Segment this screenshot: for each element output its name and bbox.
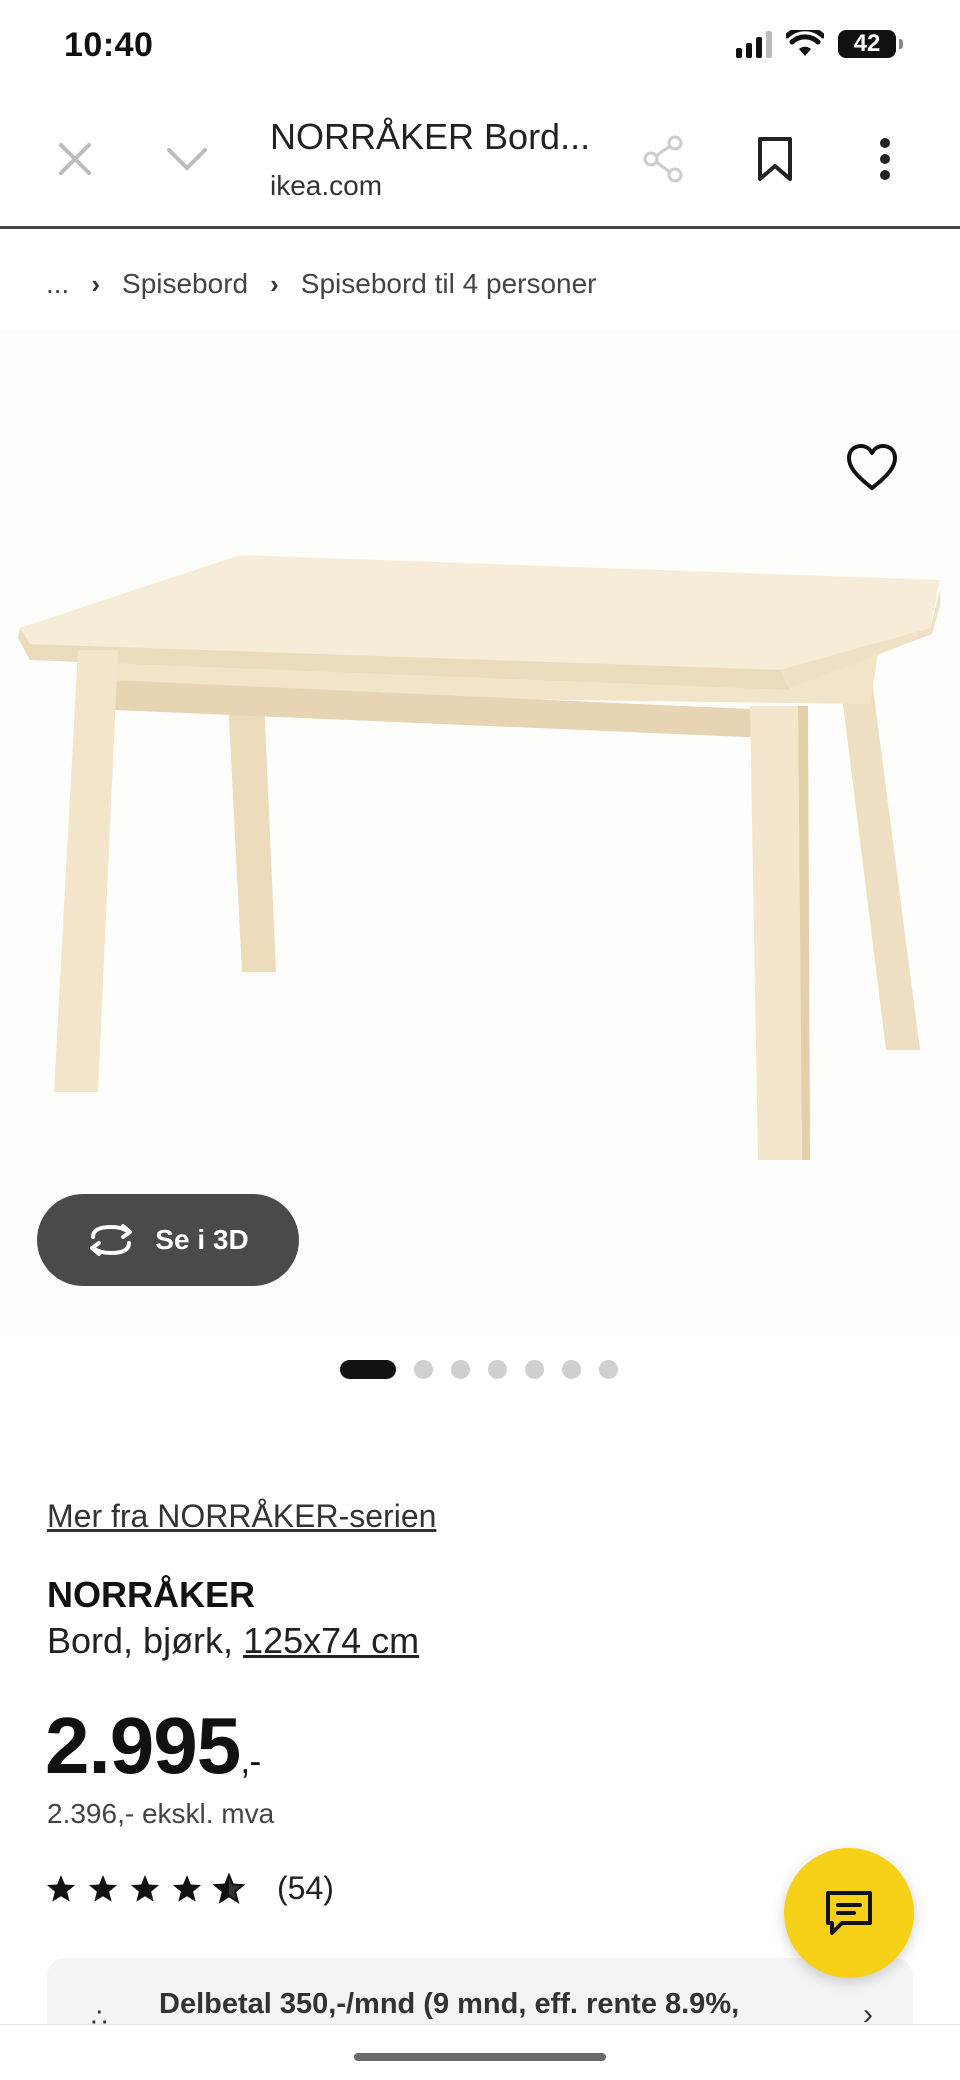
- carousel-dot[interactable]: [340, 1360, 396, 1379]
- home-indicator[interactable]: [354, 2053, 606, 2061]
- share-icon[interactable]: [628, 124, 698, 194]
- price-excl-vat: 2.396,- ekskl. mva: [47, 1798, 275, 1829]
- product-description-text: Bord, bjørk,: [47, 1620, 244, 1661]
- product-name: NORRÅKER: [47, 1574, 256, 1615]
- star-icon: [173, 1874, 201, 1902]
- page-title[interactable]: NORRÅKER Bord...: [270, 116, 610, 158]
- heart-icon[interactable]: [844, 440, 900, 496]
- breadcrumb-item-tables-for-4[interactable]: Spisebord til 4 personer: [301, 268, 597, 300]
- status-bar: 10:40 42: [0, 0, 960, 90]
- carousel-dot[interactable]: [451, 1360, 470, 1379]
- price-main: 2.995: [45, 1701, 241, 1790]
- breadcrumb-item-dining-tables[interactable]: Spisebord: [122, 268, 248, 300]
- rating[interactable]: (54): [45, 1870, 334, 1907]
- product-image-table: [18, 555, 940, 1160]
- status-time: 10:40: [64, 26, 154, 64]
- page-url[interactable]: ikea.com: [270, 170, 382, 202]
- view-in-3d-label: Se i 3D: [155, 1224, 249, 1255]
- rating-stars: [45, 1872, 245, 1905]
- carousel-dot[interactable]: [414, 1360, 433, 1379]
- chat-icon: [826, 1891, 872, 1935]
- series-link[interactable]: Mer fra NORRÅKER-serien: [47, 1498, 436, 1535]
- chevron-down-icon[interactable]: [152, 124, 222, 194]
- carousel-indicator: [340, 1360, 618, 1379]
- bookmark-icon[interactable]: [740, 124, 810, 194]
- carousel-dot[interactable]: [488, 1360, 507, 1379]
- chat-button[interactable]: [784, 1848, 914, 1978]
- star-icon: [131, 1874, 159, 1902]
- star-icon: [89, 1874, 117, 1902]
- size-link[interactable]: 125x74 cm: [243, 1620, 419, 1661]
- browser-toolbar: NORRÅKER Bord... ikea.com: [0, 90, 960, 229]
- star-half-icon: [213, 1872, 245, 1904]
- carousel-dot[interactable]: [599, 1360, 618, 1379]
- status-icons: 42: [736, 30, 903, 58]
- chevron-right-icon: ›: [270, 268, 279, 299]
- more-icon[interactable]: [850, 124, 920, 194]
- carousel-dot[interactable]: [525, 1360, 544, 1379]
- page: 10:40 42 NORRÅKER Bord... ikea.com ... ›…: [0, 0, 960, 2080]
- rating-count: (54): [277, 1870, 334, 1906]
- battery-icon: 42: [838, 30, 903, 58]
- product-description: Bord, bjørk, 125x74 cm: [47, 1620, 419, 1662]
- breadcrumb: ... › Spisebord › Spisebord til 4 person…: [46, 268, 597, 300]
- wifi-icon: [786, 30, 824, 56]
- close-icon[interactable]: [40, 124, 110, 194]
- star-icon: [47, 1874, 75, 1902]
- rotate-icon: [90, 1224, 133, 1256]
- price-suffix: ,-: [240, 1740, 261, 1781]
- price: 2.995,-: [45, 1700, 261, 1792]
- chevron-right-icon: ›: [91, 268, 101, 299]
- breadcrumb-ellipsis[interactable]: ...: [46, 268, 69, 300]
- bottom-bar: [0, 2024, 960, 2080]
- view-in-3d-button[interactable]: Se i 3D: [37, 1194, 299, 1286]
- product-image-area[interactable]: Se i 3D: [0, 330, 960, 1330]
- carousel-dot[interactable]: [562, 1360, 581, 1379]
- signal-icon: [736, 30, 772, 58]
- installment-text: Delbetal 350,-/mnd (9 mnd, eff. rente 8.…: [159, 1988, 740, 2020]
